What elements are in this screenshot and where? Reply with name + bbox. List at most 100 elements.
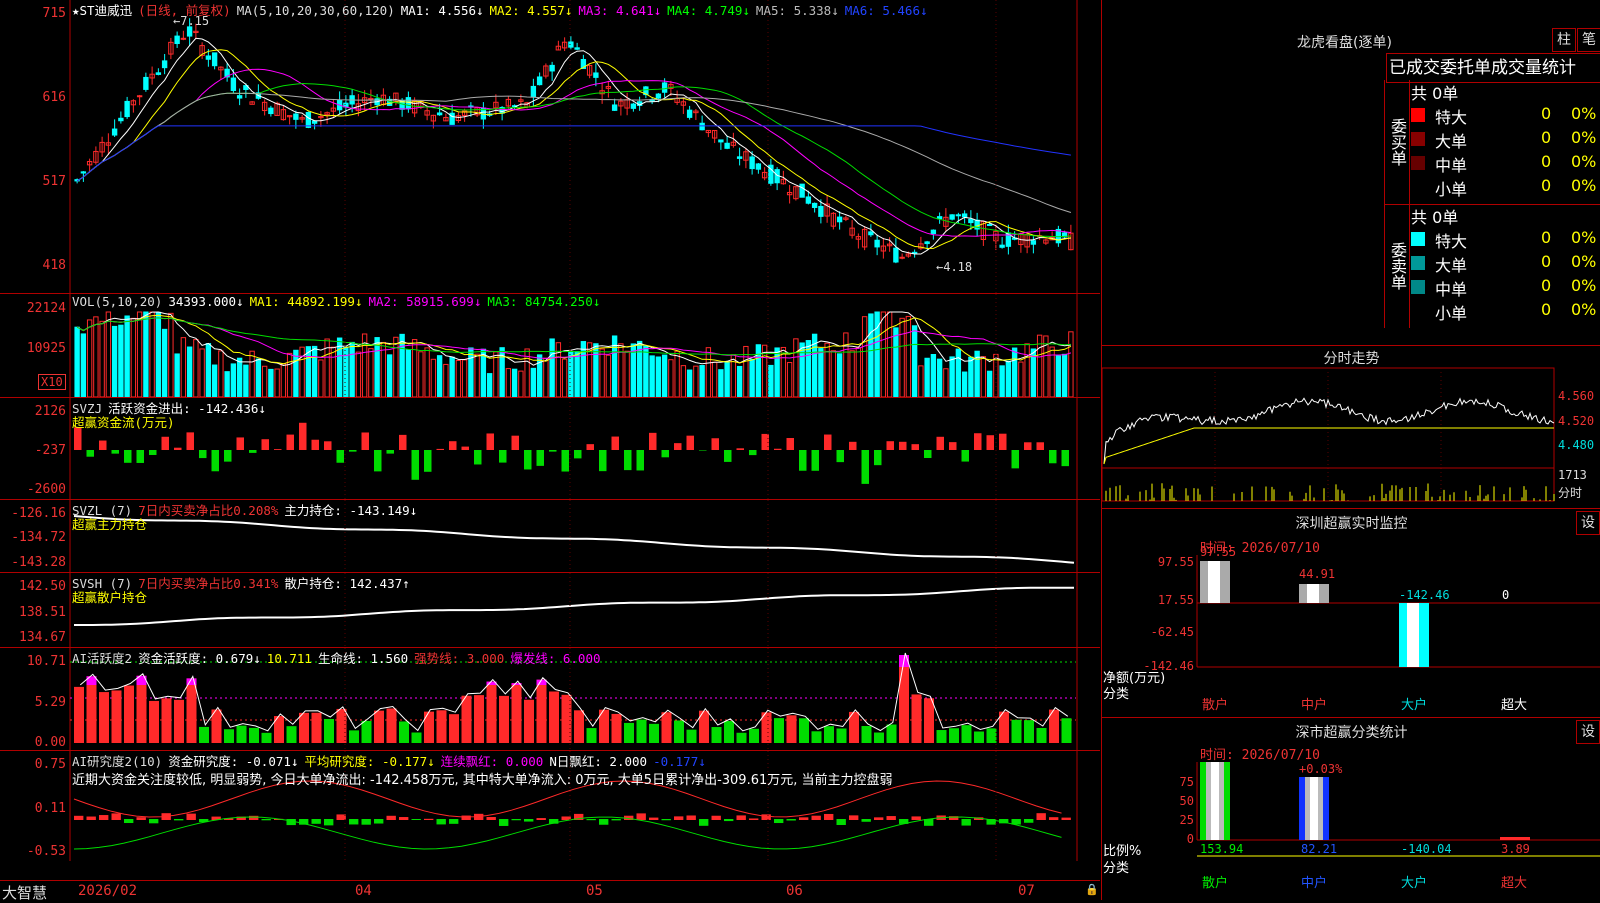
flow-bar xyxy=(349,450,357,452)
research-bar xyxy=(499,819,509,826)
svzj-panel[interactable]: SVZJ 活跃资金进出: -142.436↓ 超赢资金流(万元) 2126 -23… xyxy=(0,398,1100,500)
sz-monitor-panel[interactable]: 深圳超赢实时监控 设 时间: 2026/07/10 97.55 17.55 -6… xyxy=(1101,509,1600,718)
ai3-red-cont: 连续飘红: 0.000 xyxy=(440,754,544,769)
row-count: 0 xyxy=(1541,228,1552,247)
fs-unit: 分时 xyxy=(1558,486,1583,500)
candle xyxy=(899,256,905,259)
vol-y-top: 22124 xyxy=(26,301,66,316)
volume-bar xyxy=(211,364,218,397)
volume-bar xyxy=(305,346,312,397)
volume-bar xyxy=(286,352,293,397)
volume-chart[interactable] xyxy=(0,294,1100,397)
ai3-y-bot: -0.53 xyxy=(26,844,66,859)
flow-bar xyxy=(811,450,819,471)
flow-bar xyxy=(874,450,882,466)
sz-y-2: -62.45 xyxy=(1150,625,1194,639)
flow-bar xyxy=(611,436,619,450)
research-bar xyxy=(599,819,609,825)
volume-bar xyxy=(399,333,405,397)
volume-bar xyxy=(855,347,862,397)
volume-bar xyxy=(543,357,549,397)
research-bar xyxy=(311,819,321,824)
ai-research-panel[interactable]: AI研究度2(10) 资金研究度: -0.071↓ 平均研究度: -0.177↓ 连续… xyxy=(0,751,1100,861)
vol-unit: X10 xyxy=(38,374,66,390)
svzl-y-top: -126.16 xyxy=(11,506,66,521)
candle xyxy=(205,55,212,60)
row-name: 小单 xyxy=(1435,180,1468,199)
candle xyxy=(818,205,824,217)
flow-bar xyxy=(486,433,494,450)
svsh-y-bot: 134.67 xyxy=(19,630,66,645)
volume-bar xyxy=(168,312,174,397)
volume-bar xyxy=(936,358,943,397)
activity-bar xyxy=(649,723,659,743)
row-name: 大单 xyxy=(1435,132,1468,151)
sz-y-1: 17.55 xyxy=(1157,593,1194,607)
flow-bar xyxy=(774,448,782,450)
svsh-panel[interactable]: SVSH (7) 7日内买卖净占比0.341% 散户持仓: 142.437↑ 超赢散… xyxy=(0,573,1100,648)
volume-bar xyxy=(899,317,905,397)
volume-bar xyxy=(86,319,93,397)
volume-bar xyxy=(274,368,280,397)
flow-bar xyxy=(699,450,707,451)
sz-bar-val-3: 0 xyxy=(1502,588,1510,602)
bar-mode-button[interactable]: 柱 xyxy=(1552,28,1576,52)
ai-activity-panel[interactable]: AI活跃度2 资金活跃度: 0.679↓ 10.711 生命线: 1.560 强势线: … xyxy=(0,648,1100,751)
candle xyxy=(930,229,937,235)
research-bar xyxy=(86,816,96,820)
activity-bar xyxy=(261,732,272,743)
flow-bar xyxy=(124,450,132,463)
activity-bar xyxy=(336,708,347,743)
vol-value: 34393.000↓ xyxy=(168,294,244,309)
flow-bar xyxy=(1011,450,1019,469)
volume-bar xyxy=(511,368,518,397)
research-bar xyxy=(374,819,384,824)
flow-bar xyxy=(849,441,857,450)
sz-cat-3: 超大 xyxy=(1501,698,1528,713)
svsh-value: 散户持仓: 142.437↑ xyxy=(284,576,410,591)
flow-bar xyxy=(449,441,457,450)
candle xyxy=(180,37,187,40)
volume-bar xyxy=(249,350,255,397)
flow-bar xyxy=(961,450,969,462)
stroke-mode-button[interactable]: 笔 xyxy=(1577,28,1600,52)
sz-bar-large-highlight xyxy=(1407,603,1419,667)
volume-bar xyxy=(968,356,974,397)
volume-bar xyxy=(836,353,843,397)
volume-bar xyxy=(699,365,705,397)
volume-panel[interactable]: VOL(5,10,20) 34393.000↓ MA1: 44892.199↓ MA2… xyxy=(0,294,1100,398)
activity-bar xyxy=(661,712,672,743)
kline-chart[interactable] xyxy=(0,0,1100,293)
candle xyxy=(655,93,662,99)
research-bar xyxy=(561,816,571,820)
svzl-subtitle: 超赢主力持仓 xyxy=(72,517,148,532)
activity-bar xyxy=(324,718,334,743)
research-bar xyxy=(411,819,421,821)
research-green-line xyxy=(73,816,1062,850)
activity-bar xyxy=(161,698,172,743)
volume-bar xyxy=(849,350,855,397)
volume-bar xyxy=(518,370,524,397)
volume-bar xyxy=(705,347,712,397)
volume-bar xyxy=(961,371,968,397)
research-bar xyxy=(886,816,896,820)
lock-icon[interactable]: 🔒 xyxy=(1085,883,1099,896)
ai2-activity: 资金活跃度: 0.679↓ xyxy=(138,651,261,666)
svzl-panel[interactable]: SVZL (7) 7日内买卖净占比0.208% 主力持仓: -143.149↓ 超赢… xyxy=(0,500,1100,573)
volume-bar xyxy=(1005,360,1012,397)
flow-bar xyxy=(236,437,244,450)
volume-bar xyxy=(93,316,99,397)
volume-bar xyxy=(149,311,155,397)
activity-bar xyxy=(386,708,397,743)
kline-panel[interactable]: ★ST迪威迅 (日线, 前复权) MA(5,10,20,30,60,120) MA1:… xyxy=(0,0,1100,294)
activity-bar xyxy=(636,719,647,743)
volume-bar xyxy=(530,367,537,397)
sz-classify-panel[interactable]: 深市超赢分类统计 设 时间: 2026/07/10 75 50 25 0 +0.… xyxy=(1101,718,1600,900)
candle xyxy=(836,216,843,223)
candle xyxy=(161,60,168,69)
flow-bar xyxy=(224,450,232,462)
activity-bar xyxy=(461,695,472,743)
intraday-panel[interactable]: 分时走势 4.560 4.520 4.480 1713 分时 xyxy=(1101,346,1600,509)
x-axis-bar: 大智慧 2026/02 04 05 06 07 🔒 xyxy=(0,880,1100,902)
intraday-chart[interactable] xyxy=(1102,346,1600,508)
